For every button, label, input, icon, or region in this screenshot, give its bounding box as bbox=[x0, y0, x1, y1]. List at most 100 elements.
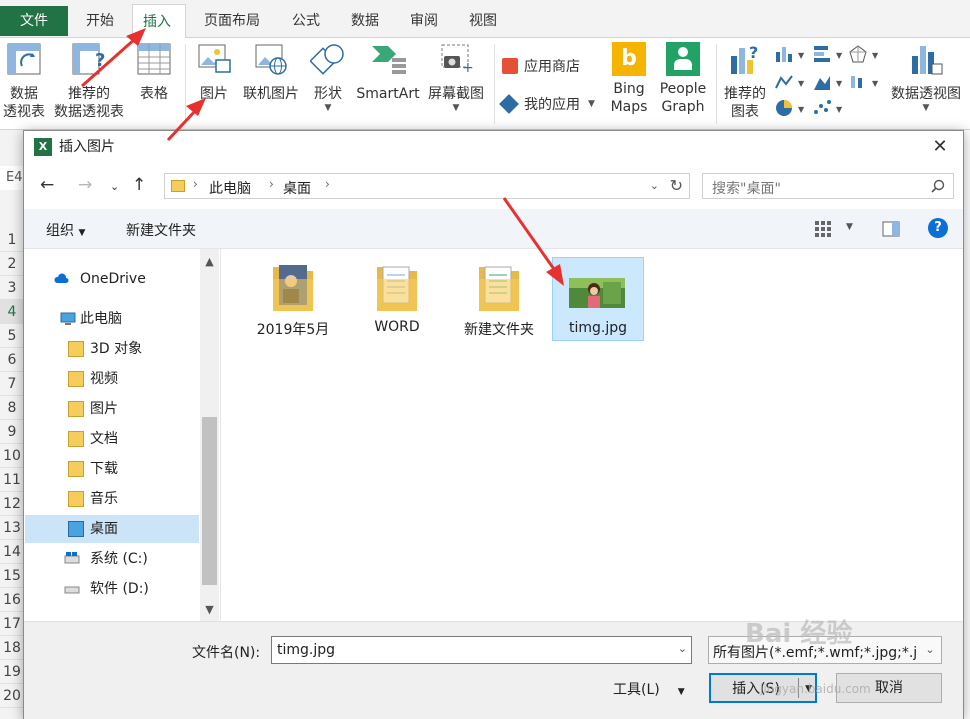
scroll-down-icon[interactable]: ▼ bbox=[200, 603, 219, 616]
row-header[interactable]: 3 bbox=[0, 276, 24, 300]
nav-item-drive-d[interactable]: 软件 (D:) bbox=[24, 575, 202, 603]
tab-view[interactable]: 视图 bbox=[459, 4, 507, 38]
pivot-chart-button[interactable]: 数据透视图 ▼ bbox=[886, 42, 966, 113]
store-button[interactable]: 应用商店 bbox=[502, 56, 580, 76]
downloads-folder-icon bbox=[68, 461, 84, 477]
line-chart-button[interactable]: ▼ bbox=[774, 72, 808, 96]
tab-home[interactable]: 开始 bbox=[76, 4, 124, 38]
nav-item-onedrive[interactable]: OneDrive bbox=[24, 265, 202, 293]
organize-button[interactable]: 组织 ▼ bbox=[46, 220, 85, 240]
row-header[interactable]: 13 bbox=[0, 516, 24, 540]
up-arrow-icon[interactable]: ↑ bbox=[132, 175, 146, 195]
table-button[interactable]: 表格 bbox=[132, 42, 176, 103]
scrollbar-thumb[interactable] bbox=[202, 417, 217, 585]
folder-item-2019-may[interactable]: 2019年5月 bbox=[247, 257, 339, 341]
folder-item-word[interactable]: WORD bbox=[351, 257, 443, 341]
address-bar[interactable]: › 此电脑 › 桌面 › ⌄ ↻ bbox=[164, 173, 690, 199]
tools-dropdown-icon: ▼ bbox=[677, 687, 685, 697]
nav-item-3d-objects[interactable]: 3D 对象 bbox=[24, 335, 202, 363]
back-arrow-icon[interactable]: ← bbox=[40, 175, 54, 195]
row-header[interactable]: 14 bbox=[0, 540, 24, 564]
row-header[interactable]: 17 bbox=[0, 612, 24, 636]
nav-item-this-pc[interactable]: 此电脑 bbox=[24, 305, 202, 333]
view-options-icon[interactable] bbox=[814, 220, 832, 238]
close-icon[interactable]: ✕ bbox=[925, 131, 955, 163]
row-header[interactable]: 19 bbox=[0, 660, 24, 684]
tab-review[interactable]: 审阅 bbox=[400, 4, 448, 38]
scroll-up-icon[interactable]: ▲ bbox=[200, 255, 219, 268]
filename-input[interactable]: timg.jpg ⌄ bbox=[271, 636, 692, 664]
recommended-chart-button[interactable]: ? 推荐的 图表 bbox=[720, 42, 770, 121]
area-chart-button[interactable]: ▼ bbox=[812, 72, 846, 96]
bing-maps-button[interactable]: b Bing Maps bbox=[606, 42, 652, 116]
help-icon[interactable]: ? bbox=[928, 218, 948, 238]
refresh-icon[interactable]: ↻ bbox=[670, 176, 683, 195]
svg-text:▼: ▼ bbox=[836, 105, 843, 114]
bar-chart-button[interactable]: ▼ bbox=[812, 44, 846, 68]
nav-item-desktop[interactable]: 桌面 bbox=[25, 515, 199, 543]
pivot-table-button[interactable]: 数据 透视表 bbox=[2, 42, 46, 121]
preview-pane-icon[interactable] bbox=[882, 221, 900, 237]
row-header[interactable]: 5 bbox=[0, 324, 24, 348]
screenshot-button[interactable]: + 屏幕截图 ▼ bbox=[424, 42, 488, 113]
new-folder-button[interactable]: 新建文件夹 bbox=[126, 220, 196, 240]
smartart-button[interactable]: SmartArt bbox=[353, 42, 423, 103]
tab-insert[interactable]: 插入 bbox=[132, 4, 186, 39]
row-header[interactable]: 6 bbox=[0, 348, 24, 372]
row-header[interactable]: 1 bbox=[0, 228, 24, 252]
row-header[interactable]: 10 bbox=[0, 444, 24, 468]
row-header[interactable]: 20 bbox=[0, 684, 24, 708]
people-graph-button[interactable]: People Graph bbox=[654, 42, 712, 116]
scatter-chart-button[interactable]: ▼ bbox=[812, 98, 846, 122]
name-box[interactable]: E4 bbox=[0, 166, 24, 190]
filename-label: 文件名(N): bbox=[192, 645, 261, 661]
shapes-dropdown-icon: ▼ bbox=[324, 103, 332, 113]
nav-item-music[interactable]: 音乐 bbox=[24, 485, 202, 513]
file-list: 2019年5月 WORD 新建文件夹 timg.jpg bbox=[220, 249, 963, 621]
column-chart-button[interactable]: ▼ bbox=[774, 44, 808, 68]
radar-chart-button[interactable]: ▼ bbox=[848, 44, 882, 68]
row-header[interactable]: 15 bbox=[0, 564, 24, 588]
pie-chart-button[interactable]: ▼ bbox=[774, 98, 808, 122]
nav-item-pictures[interactable]: 图片 bbox=[24, 395, 202, 423]
recent-locations-chevron-icon[interactable]: ⌄ bbox=[110, 180, 119, 193]
address-dropdown-icon[interactable]: ⌄ bbox=[650, 179, 659, 192]
shapes-button[interactable]: 形状 ▼ bbox=[306, 42, 350, 113]
nav-item-videos[interactable]: 视频 bbox=[24, 365, 202, 393]
search-box[interactable]: 搜索"桌面" bbox=[702, 173, 954, 199]
tab-file[interactable]: 文件 bbox=[0, 6, 68, 36]
dialog-toolbar: 组织 ▼ 新建文件夹 ▼ ? bbox=[24, 209, 963, 249]
nav-item-drive-c[interactable]: 系统 (C:) bbox=[24, 545, 202, 573]
ribbon-separator bbox=[494, 44, 495, 124]
row-header[interactable]: 2 bbox=[0, 252, 24, 276]
nav-item-downloads[interactable]: 下载 bbox=[24, 455, 202, 483]
file-item-timg-jpg[interactable]: timg.jpg bbox=[552, 257, 644, 341]
nav-scrollbar[interactable]: ▲ ▼ bbox=[200, 249, 219, 621]
row-header[interactable]: 7 bbox=[0, 372, 24, 396]
forward-arrow-icon[interactable]: → bbox=[78, 175, 92, 195]
row-header[interactable]: 11 bbox=[0, 468, 24, 492]
row-header[interactable]: 12 bbox=[0, 492, 24, 516]
row-header-selected[interactable]: 4 bbox=[0, 300, 24, 324]
row-header[interactable]: 9 bbox=[0, 420, 24, 444]
tools-button[interactable]: 工具(L) ▼ bbox=[613, 679, 685, 699]
tab-data[interactable]: 数据 bbox=[341, 4, 389, 38]
online-picture-button[interactable]: 联机图片 bbox=[239, 42, 303, 103]
row-header[interactable]: 18 bbox=[0, 636, 24, 660]
row-header[interactable]: 8 bbox=[0, 396, 24, 420]
tab-formulas[interactable]: 公式 bbox=[282, 4, 330, 38]
breadcrumb-this-pc[interactable]: 此电脑 bbox=[209, 178, 251, 198]
nav-item-documents[interactable]: 文档 bbox=[24, 425, 202, 453]
breadcrumb-separator-icon: › bbox=[193, 177, 198, 191]
tab-page-layout[interactable]: 页面布局 bbox=[194, 4, 270, 38]
folder-item-new-folder[interactable]: 新建文件夹 bbox=[453, 257, 545, 341]
view-dropdown-icon[interactable]: ▼ bbox=[846, 222, 853, 232]
filename-dropdown-icon[interactable]: ⌄ bbox=[678, 642, 687, 655]
breadcrumb-desktop[interactable]: 桌面 bbox=[283, 178, 311, 198]
nav-label: 软件 (D:) bbox=[90, 581, 149, 597]
picture-button[interactable]: 图片 bbox=[192, 42, 236, 103]
my-apps-button[interactable]: 我的应用 ▼ bbox=[499, 94, 595, 114]
recommended-pivot-button[interactable]: ? 推荐的 数据透视表 bbox=[50, 42, 128, 121]
row-header[interactable]: 16 bbox=[0, 588, 24, 612]
stock-chart-button[interactable]: ▼ bbox=[848, 72, 882, 96]
